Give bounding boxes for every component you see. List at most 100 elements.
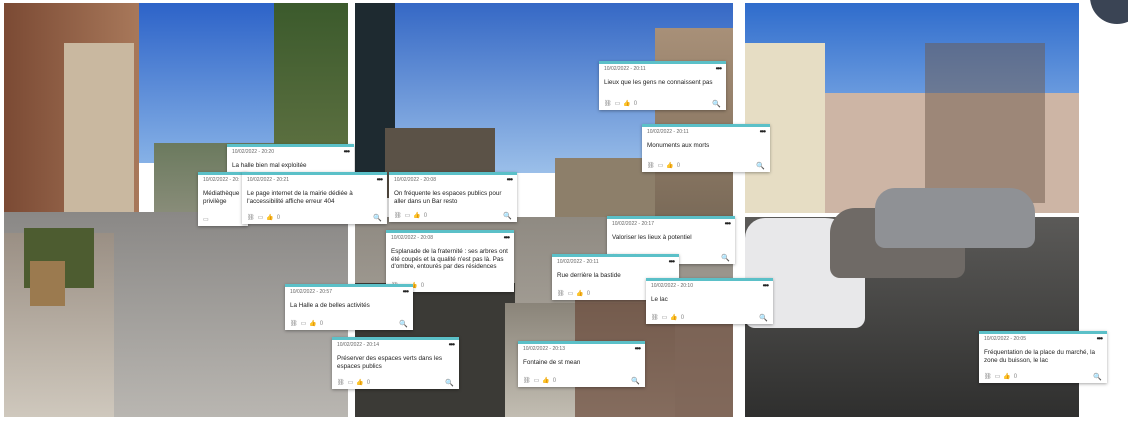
thumbs-up-icon[interactable]: 👍 [266,215,273,221]
note-card[interactable]: 10/02/2022 - 20:08 ••• Esplanade de la f… [386,230,514,292]
link-icon[interactable]: ⛓ [247,215,255,221]
link-icon[interactable]: ⛓ [523,378,531,384]
thumbs-up-icon[interactable]: 👍 [666,163,673,169]
note-text: La Halle a de belles activités [290,302,370,309]
note-timestamp: 10/02/2022 - 20:57 [290,289,332,295]
more-icon[interactable]: ••• [1097,334,1103,343]
like-count: 0 [423,213,428,219]
note-card[interactable]: 10/02/2022 - 20:08 ••• On fréquente les … [389,172,517,222]
link-icon[interactable]: ⛓ [557,291,565,297]
note-card[interactable]: 10/02/2022 - 20:10 ••• Le lac ⛓ ▭ 👍 0 🔍 [646,278,773,324]
like-count: 0 [586,291,591,297]
note-text: Lieux que les gens ne connaissent pas [604,79,713,86]
note-card[interactable]: 10/02/2022 - 20:11 ••• Monuments aux mor… [642,124,770,172]
zoom-icon[interactable]: 🔍 [1093,373,1102,381]
like-count: 0 [552,378,557,384]
like-count: 0 [680,315,685,321]
note-timestamp: 10/02/2022 - 20:08 [391,235,433,241]
thumbs-up-icon[interactable]: 👍 [670,315,677,321]
thumbs-up-icon[interactable]: 👍 [309,321,316,327]
link-icon[interactable]: ⛓ [604,101,612,107]
note-card[interactable]: 10/02/2022 - 20:05 ••• Fréquentation de … [979,331,1107,383]
thumbs-up-icon[interactable]: 👍 [623,101,630,107]
note-timestamp: 10/02/2022 - 20:08 [394,177,436,183]
note-card[interactable]: 10/02/2022 - 20:11 ••• Lieux que les gen… [599,61,726,110]
image-icon[interactable]: ▭ [658,163,664,169]
more-icon[interactable]: ••• [507,175,513,184]
note-card[interactable]: 10/02/2022 - 20:21 ••• Le page internet … [242,172,387,224]
zoom-icon[interactable]: 🔍 [445,379,454,387]
note-timestamp: 10/02/2022 - 20:05 [984,336,1026,342]
thumbs-up-icon[interactable]: 👍 [1003,374,1010,380]
note-text: Monuments aux morts [647,142,710,149]
more-icon[interactable]: ••• [635,344,641,353]
link-icon[interactable]: ⛓ [647,163,655,169]
more-icon[interactable]: ••• [725,219,731,228]
like-count: 0 [366,380,371,386]
note-timestamp: 10/02/2022 - 20:20 [232,149,274,155]
more-icon[interactable]: ••• [403,287,409,296]
link-icon[interactable]: ⛓ [290,321,298,327]
like-count: 0 [676,163,681,169]
note-text: Préserver des espaces verts dans les esp… [337,355,442,370]
like-count: 0 [276,215,281,221]
zoom-icon[interactable]: 🔍 [756,162,765,170]
more-icon[interactable]: ••• [504,233,510,242]
zoom-icon[interactable]: 🔍 [373,214,382,222]
zoom-icon[interactable]: 🔍 [759,314,768,322]
link-icon[interactable]: ⛓ [984,374,992,380]
more-icon[interactable]: ••• [760,127,766,136]
note-card[interactable]: 10/02/2022 - 20:14 ••• Préserver des esp… [332,337,459,389]
note-timestamp: 10/02/2022 - 20:11 [557,259,599,265]
note-timestamp: 10/02/2022 - 20:11 [604,66,646,72]
zoom-icon[interactable]: 🔍 [503,212,512,220]
zoom-icon[interactable]: 🔍 [631,377,640,385]
user-avatar[interactable] [1090,0,1128,24]
link-icon[interactable]: ⛓ [337,380,345,386]
more-icon[interactable]: ••• [449,340,455,349]
note-timestamp: 10/02/2022 - 20: [203,177,240,183]
note-card[interactable]: 10/02/2022 - 20: Médiathèque privilège ▭ [198,172,248,226]
image-icon[interactable]: ▭ [662,315,668,321]
zoom-icon[interactable]: 🔍 [712,100,721,108]
thumbs-up-icon[interactable]: 👍 [576,291,583,297]
note-card[interactable]: 10/02/2022 - 20:20 ••• La halle bien mal… [227,144,354,172]
note-timestamp: 10/02/2022 - 20:13 [523,346,565,352]
image-icon[interactable]: ▭ [534,378,540,384]
like-count: 0 [420,283,425,289]
thumbs-up-icon[interactable]: 👍 [413,213,420,219]
more-icon[interactable]: ••• [344,147,350,156]
link-icon[interactable]: ⛓ [394,213,402,219]
note-text: On fréquente les espaces publics pour al… [394,190,502,205]
more-icon[interactable]: ••• [716,64,722,73]
note-text: Fréquentation de la place du marché, la … [984,349,1095,364]
note-text: Valoriser les lieux à potentiel [612,234,692,241]
image-icon[interactable]: ▭ [258,215,264,221]
more-icon[interactable]: ••• [763,281,769,290]
image-icon[interactable]: ▭ [203,217,209,223]
note-text: Le lac [651,296,668,303]
image-icon[interactable]: ▭ [995,374,1001,380]
note-text: Fontaine de st mean [523,359,581,366]
note-card[interactable]: 10/02/2022 - 20:57 ••• La Halle a de bel… [285,284,413,330]
note-card[interactable]: 10/02/2022 - 20:13 ••• Fontaine de st me… [518,341,645,387]
thumbs-up-icon[interactable]: 👍 [542,378,549,384]
note-timestamp: 10/02/2022 - 20:11 [647,129,689,135]
note-text: Médiathèque privilège [203,190,240,205]
note-timestamp: 10/02/2022 - 20:17 [612,221,654,227]
zoom-icon[interactable]: 🔍 [399,320,408,328]
image-icon[interactable]: ▭ [615,101,621,107]
like-count: 0 [319,321,324,327]
image-icon[interactable]: ▭ [405,213,411,219]
note-text: La halle bien mal exploitée [232,162,307,169]
image-icon[interactable]: ▭ [568,291,574,297]
more-icon[interactable]: ••• [669,257,675,266]
note-timestamp: 10/02/2022 - 20:10 [651,283,693,289]
note-text: Esplanade de la fraternité : ses arbres … [391,248,508,270]
more-icon[interactable]: ••• [377,175,383,184]
thumbs-up-icon[interactable]: 👍 [356,380,363,386]
image-icon[interactable]: ▭ [301,321,307,327]
zoom-icon[interactable]: 🔍 [721,254,730,262]
image-icon[interactable]: ▭ [348,380,354,386]
link-icon[interactable]: ⛓ [651,315,659,321]
